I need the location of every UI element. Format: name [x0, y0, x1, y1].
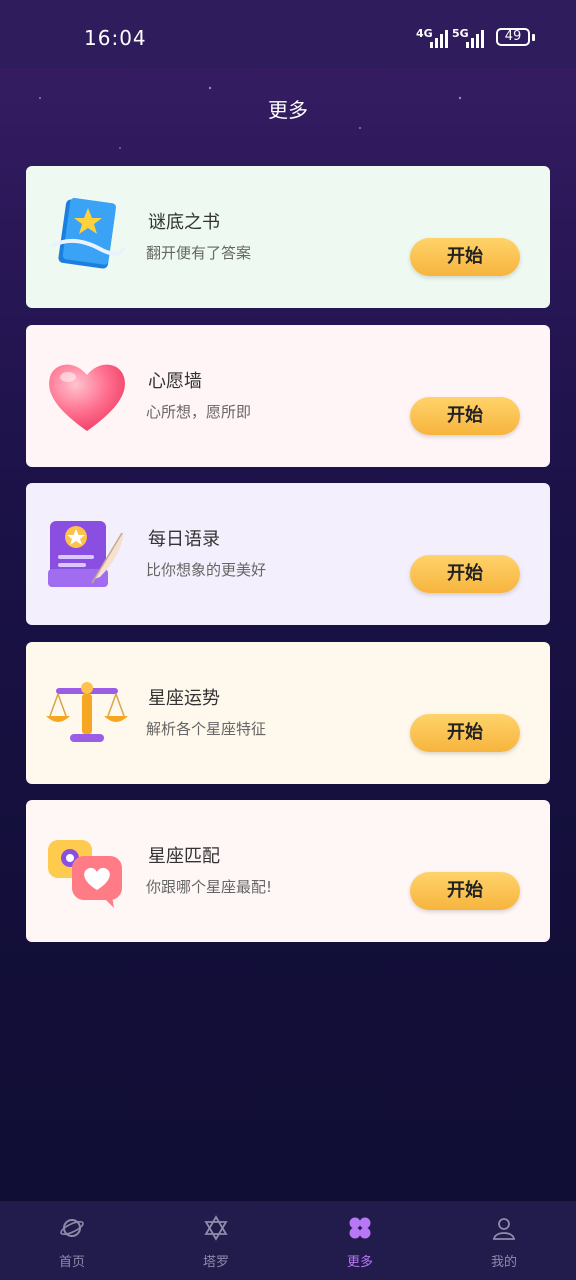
- bottom-tab-bar: 首页 塔罗 更多 我的: [0, 1201, 576, 1280]
- tab-label: 更多: [346, 1255, 373, 1270]
- user-profile-icon: [492, 1218, 516, 1240]
- start-button[interactable]: 开始: [410, 238, 520, 276]
- hexagram-icon: [204, 1215, 228, 1241]
- page-title: 更多: [268, 98, 308, 122]
- card-wish-wall[interactable]: 心愿墙 心所想，愿所即 开始: [26, 325, 550, 467]
- start-button[interactable]: 开始: [410, 397, 520, 435]
- card-zodiac-match[interactable]: 星座匹配 你跟哪个星座最配! 开始: [26, 800, 550, 942]
- card-description: 比你想象的更美好: [146, 561, 267, 579]
- start-button[interactable]: 开始: [410, 714, 520, 752]
- signal-strength-icon-2: [466, 28, 484, 48]
- signal-strength-icon: [430, 28, 448, 48]
- card-title: 谜底之书: [148, 212, 220, 233]
- four-petal-icon: [349, 1217, 371, 1239]
- card-title: 心愿墙: [148, 371, 202, 392]
- tab-label: 我的: [490, 1255, 517, 1270]
- card-description: 你跟哪个星座最配!: [146, 878, 273, 896]
- card-description: 解析各个星座特征: [146, 720, 267, 738]
- tab-label: 首页: [58, 1255, 85, 1270]
- heart-chat-bubbles-icon: [48, 840, 122, 908]
- card-title: 每日语录: [148, 529, 220, 550]
- card-mystery-book[interactable]: 谜底之书 翻开便有了答案 开始: [26, 166, 550, 308]
- blue-book-star-icon: [51, 197, 126, 269]
- status-time: 16:04: [84, 26, 147, 50]
- card-title: 星座运势: [148, 688, 220, 709]
- battery-icon: 49: [496, 28, 530, 46]
- balance-scale-icon: [46, 682, 128, 742]
- battery-level: 49: [504, 29, 522, 44]
- tab-more[interactable]: 更多: [288, 1201, 432, 1280]
- status-bar: 16:04 4G 5G 49: [0, 0, 576, 68]
- card-daily-quote[interactable]: 每日语录 比你想象的更美好 开始: [26, 483, 550, 625]
- planet-icon: [60, 1219, 84, 1237]
- tab-mine[interactable]: 我的: [432, 1201, 576, 1280]
- pink-heart-icon: [49, 364, 125, 431]
- card-description: 心所想，愿所即: [146, 403, 252, 421]
- battery-tip: [532, 34, 535, 41]
- tab-label: 塔罗: [202, 1255, 229, 1270]
- quote-scroll-feather-icon: [48, 521, 124, 587]
- start-button[interactable]: 开始: [410, 555, 520, 593]
- start-button[interactable]: 开始: [410, 872, 520, 910]
- tab-home[interactable]: 首页: [0, 1201, 144, 1280]
- tab-tarot[interactable]: 塔罗: [144, 1201, 288, 1280]
- card-horoscope[interactable]: 星座运势 解析各个星座特征 开始: [26, 642, 550, 784]
- card-description: 翻开便有了答案: [146, 244, 252, 262]
- card-title: 星座匹配: [148, 846, 220, 867]
